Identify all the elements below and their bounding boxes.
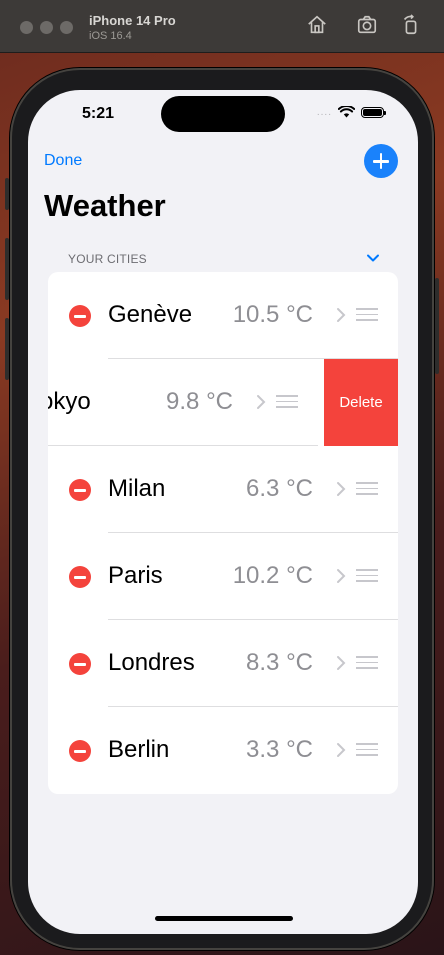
- chevron-right-icon: [337, 482, 346, 496]
- city-row-geneve[interactable]: Genève 10.5 °C: [48, 272, 398, 359]
- reorder-handle-icon[interactable]: [276, 395, 298, 409]
- reorder-handle-icon[interactable]: [356, 743, 378, 757]
- chevron-down-icon[interactable]: [365, 250, 381, 266]
- remove-icon[interactable]: [69, 566, 91, 588]
- city-temperature: 8.3 °C: [246, 649, 313, 676]
- simulator-os-version: iOS 16.4: [89, 30, 132, 42]
- close-window-button[interactable]: [20, 21, 33, 34]
- city-temperature: 10.5 °C: [232, 301, 313, 328]
- remove-icon[interactable]: [69, 740, 91, 762]
- wifi-icon: [338, 106, 355, 118]
- chevron-right-icon: [257, 395, 266, 409]
- zoom-window-button[interactable]: [60, 21, 73, 34]
- status-indicators: ....: [316, 106, 386, 118]
- reorder-handle-icon[interactable]: [356, 308, 378, 322]
- rotate-icon[interactable]: [400, 14, 422, 36]
- chevron-right-icon: [337, 743, 346, 757]
- minimize-window-button[interactable]: [40, 21, 53, 34]
- city-list: Genève 10.5 °C Tokyo 9.8 °C Delete Milan…: [48, 272, 398, 794]
- remove-icon[interactable]: [69, 653, 91, 675]
- city-name: Milan: [108, 475, 166, 502]
- home-indicator[interactable]: [155, 916, 293, 921]
- chevron-right-icon: [337, 308, 346, 322]
- volume-up-button: [5, 238, 9, 300]
- page-title: Weather: [44, 188, 166, 223]
- swiped-row-content[interactable]: Tokyo 9.8 °C: [48, 359, 318, 446]
- city-name: Berlin: [108, 736, 170, 763]
- reorder-handle-icon[interactable]: [356, 482, 378, 496]
- simulator-device-name: iPhone 14 Pro: [89, 13, 176, 28]
- city-name: Paris: [108, 562, 163, 589]
- city-name: Tokyo: [48, 388, 91, 415]
- city-name: Londres: [108, 649, 195, 676]
- chevron-right-icon: [337, 569, 346, 583]
- city-row-milan[interactable]: Milan 6.3 °C: [48, 446, 398, 533]
- status-time: 5:21: [82, 105, 115, 122]
- volume-down-button: [5, 318, 9, 380]
- city-name: Genève: [108, 301, 193, 328]
- phone-screen: 5:21 .... Done Weather YOUR CITIES Genèv…: [28, 90, 418, 934]
- reorder-handle-icon[interactable]: [356, 656, 378, 670]
- remove-icon[interactable]: [69, 479, 91, 501]
- reorder-handle-icon[interactable]: [356, 569, 378, 583]
- power-button: [435, 278, 439, 374]
- city-temperature: 10.2 °C: [232, 562, 313, 589]
- city-temperature: 6.3 °C: [246, 475, 313, 502]
- city-temperature: 9.8 °C: [166, 388, 233, 415]
- screenshot-icon[interactable]: [356, 14, 378, 36]
- silent-switch: [5, 178, 9, 210]
- cellular-signal-icon: ....: [316, 106, 332, 118]
- simulator-title-bar: iPhone 14 Pro iOS 16.4: [0, 0, 444, 53]
- chevron-right-icon: [337, 656, 346, 670]
- done-button[interactable]: Done: [44, 152, 82, 170]
- city-row-paris[interactable]: Paris 10.2 °C: [48, 533, 398, 620]
- section-header: YOUR CITIES: [68, 252, 147, 266]
- dynamic-island: [161, 96, 285, 132]
- city-row-berlin[interactable]: Berlin 3.3 °C: [48, 707, 398, 794]
- home-icon[interactable]: [306, 14, 328, 36]
- delete-button[interactable]: Delete: [324, 359, 398, 446]
- city-temperature: 3.3 °C: [246, 736, 313, 763]
- city-row-londres[interactable]: Londres 8.3 °C: [48, 620, 398, 707]
- battery-icon: [361, 106, 386, 118]
- remove-icon[interactable]: [69, 305, 91, 327]
- plus-circle-icon[interactable]: [364, 144, 398, 178]
